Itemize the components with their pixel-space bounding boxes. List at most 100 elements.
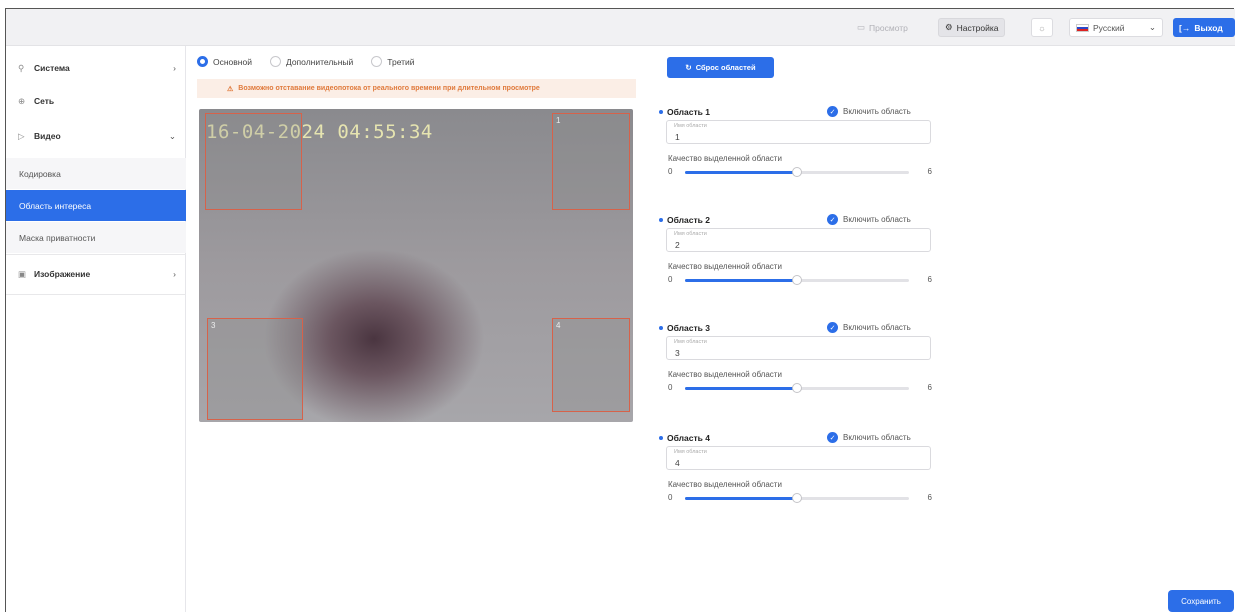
input-value: 2: [675, 240, 680, 250]
radio-indicator: [269, 56, 281, 67]
sidebar-subitem-roi[interactable]: Область интереса: [6, 190, 186, 221]
sidebar-subitem-label: Маска приватности: [19, 232, 96, 243]
check-icon: ✓: [827, 106, 838, 117]
bullet-icon: [659, 110, 663, 114]
radio-indicator: [371, 56, 383, 67]
quality-label: Качество выделенной области: [668, 154, 782, 163]
enable-label: Включить область: [843, 323, 911, 332]
chevron-down-icon: ⌄: [168, 130, 176, 141]
area-title: Область 2: [659, 215, 710, 225]
language-select[interactable]: Русский ⌄: [1069, 18, 1163, 37]
enable-area-checkbox[interactable]: ✓ Включить область: [827, 322, 911, 333]
slider-max: 6: [927, 167, 932, 176]
theme-toggle-button[interactable]: ☼: [1031, 18, 1053, 37]
quality-label: Качество выделенной области: [668, 370, 782, 379]
latency-warning: ⚠ Возможно отставание видеопотока от реа…: [197, 79, 636, 98]
radio-third-stream[interactable]: Третий: [371, 56, 415, 67]
area-name-input[interactable]: Имя области 1: [666, 120, 931, 144]
roi-box-1[interactable]: [205, 113, 302, 210]
slider-min: 0: [668, 383, 673, 392]
monitor-icon: ▭: [857, 22, 866, 32]
enable-area-checkbox[interactable]: ✓ Включить область: [827, 432, 911, 443]
bullet-icon: [659, 326, 663, 330]
radio-label: Третий: [387, 56, 415, 67]
sidebar-item-video[interactable]: ▷ Видео ⌄: [6, 124, 186, 148]
area-title: Область 3: [659, 323, 710, 333]
chevron-right-icon: ›: [173, 269, 176, 279]
slider-thumb[interactable]: [792, 383, 802, 393]
video-icon: ▷: [18, 130, 25, 141]
enable-label: Включить область: [843, 107, 911, 116]
settings-label: Настройка: [956, 22, 999, 33]
area-name-input[interactable]: Имя области 3: [666, 336, 931, 360]
sidebar-subitem-label: Область интереса: [19, 200, 92, 211]
area-title-text: Область 4: [667, 433, 710, 443]
check-icon: ✓: [827, 432, 838, 443]
slider-fill: [685, 497, 797, 500]
enable-area-checkbox[interactable]: ✓ Включить область: [827, 214, 911, 225]
roi-box-3[interactable]: 3: [207, 318, 303, 420]
stream-radio-group: Основной Дополнительный Третий: [197, 56, 415, 67]
sidebar-item-system[interactable]: ⚲ Система ›: [6, 56, 186, 80]
save-button[interactable]: Сохранить: [1168, 590, 1234, 612]
slider-track: [685, 383, 909, 393]
sidebar-item-label: Видео: [34, 131, 61, 141]
area-name-input[interactable]: Имя области 2: [666, 228, 931, 252]
sidebar-item-label: Изображение: [34, 269, 91, 279]
network-icon: ⊕: [18, 95, 26, 106]
area-name-input[interactable]: Имя области 4: [666, 446, 931, 470]
language-label: Русский: [1093, 22, 1125, 33]
quality-label: Качество выделенной области: [668, 262, 782, 271]
slider-max: 6: [927, 383, 932, 392]
reset-areas-button[interactable]: ↻ Сброс областей: [667, 57, 774, 78]
sidebar-item-network[interactable]: ⊕ Сеть: [6, 89, 186, 113]
wrench-icon: ⚲: [18, 62, 25, 73]
warning-icon: ⚠: [227, 85, 234, 93]
roi-label: 1: [556, 116, 561, 125]
quality-slider[interactable]: 0 6: [668, 382, 932, 396]
exit-button[interactable]: [→ Выход: [1173, 18, 1235, 37]
quality-slider[interactable]: 0 6: [668, 492, 932, 506]
exit-label: Выход: [1194, 22, 1223, 33]
chevron-right-icon: ›: [173, 63, 176, 73]
slider-track: [685, 167, 909, 177]
input-value: 1: [675, 132, 680, 142]
area-title: Область 1: [659, 107, 710, 117]
roi-box-4[interactable]: 4: [552, 318, 630, 412]
video-preview: 16-04-2024 04:55:34 1 3 4: [199, 109, 633, 422]
input-label: Имя области: [674, 231, 707, 237]
area-title-text: Область 3: [667, 323, 710, 333]
roi-box-2[interactable]: 1: [552, 113, 630, 210]
slider-min: 0: [668, 493, 673, 502]
view-button[interactable]: ▭ Просмотр: [851, 18, 914, 37]
radio-sub-stream[interactable]: Дополнительный: [269, 56, 353, 67]
view-label: Просмотр: [869, 22, 908, 33]
input-label: Имя области: [674, 339, 707, 345]
image-icon: ▣: [18, 268, 27, 279]
input-label: Имя области: [674, 123, 707, 129]
quality-slider[interactable]: 0 6: [668, 274, 932, 288]
sidebar-item-image[interactable]: ▣ Изображение ›: [6, 262, 186, 286]
slider-track: [685, 275, 909, 285]
enable-area-checkbox[interactable]: ✓ Включить область: [827, 106, 911, 117]
settings-button[interactable]: ⚙ Настройка: [938, 18, 1006, 37]
slider-fill: [685, 387, 797, 390]
sidebar-subitem-encoding[interactable]: Кодировка: [6, 158, 186, 189]
quality-slider[interactable]: 0 6: [668, 166, 932, 180]
slider-fill: [685, 279, 797, 282]
radio-main-stream[interactable]: Основной: [197, 56, 252, 67]
sidebar-subitem-privacy-mask[interactable]: Маска приватности: [6, 222, 186, 253]
slider-thumb[interactable]: [792, 493, 802, 503]
check-icon: ✓: [827, 214, 838, 225]
roi-label: 4: [556, 321, 561, 330]
chevron-down-icon: ⌄: [1148, 22, 1156, 32]
radio-label: Основной: [213, 56, 252, 67]
logout-icon: [→: [1179, 22, 1191, 33]
enable-label: Включить область: [843, 433, 911, 442]
area-title-text: Область 1: [667, 107, 710, 117]
slider-thumb[interactable]: [792, 275, 802, 285]
top-bar: ▭ Просмотр ⚙ Настройка ☼ Русский ⌄ [→ Вы…: [6, 9, 1235, 46]
roi-label: 3: [211, 321, 216, 330]
divider: [6, 254, 186, 255]
slider-thumb[interactable]: [792, 167, 802, 177]
